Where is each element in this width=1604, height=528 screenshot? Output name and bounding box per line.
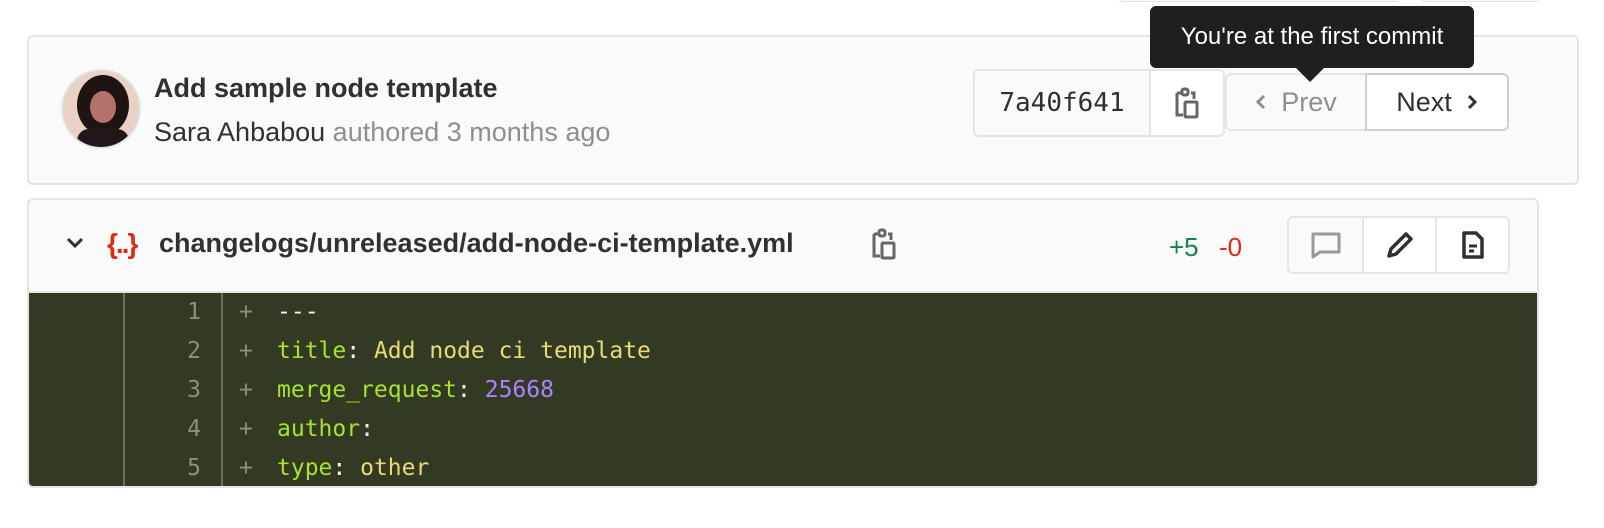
yaml-key: title xyxy=(277,338,347,364)
comment-icon xyxy=(1311,232,1340,259)
diff-file: {..} changelogs/unreleased/add-node-ci-t… xyxy=(27,198,1539,488)
comment-button[interactable] xyxy=(1289,218,1362,272)
commit-sha[interactable]: 7a40f641 xyxy=(975,71,1151,135)
code-line: --- xyxy=(277,293,319,332)
file-icon xyxy=(1461,231,1484,259)
next-commit-button[interactable]: Next xyxy=(1365,73,1509,131)
prev-commit-button[interactable]: Prev xyxy=(1225,73,1365,131)
copy-sha-button[interactable] xyxy=(1151,71,1223,135)
view-file-button[interactable] xyxy=(1435,218,1508,272)
new-line-number[interactable]: 3 xyxy=(125,371,223,410)
yaml-braces-icon: {..} xyxy=(107,228,138,259)
copy-path-icon[interactable] xyxy=(871,228,897,260)
file-actions xyxy=(1287,216,1510,274)
yaml-value: 25668 xyxy=(484,377,554,403)
new-line-number[interactable]: 1 xyxy=(125,293,223,332)
clipboard-icon xyxy=(1175,87,1199,119)
commit-title[interactable]: Add sample node template xyxy=(154,73,498,104)
chevron-right-icon xyxy=(1467,94,1477,110)
yaml-value: Add node ci template xyxy=(373,338,651,364)
old-line-number[interactable] xyxy=(29,332,125,371)
diff-line: 2 + title: Add node ci template xyxy=(29,332,1537,371)
additions-count: +5 xyxy=(1169,232,1199,262)
edit-button[interactable] xyxy=(1362,218,1435,272)
diff-file-header: {..} changelogs/unreleased/add-node-ci-t… xyxy=(29,200,1537,293)
commit-author[interactable]: Sara Ahbabou xyxy=(154,117,325,147)
new-line-number[interactable]: 5 xyxy=(125,449,223,486)
diff-content: 1 + --- 2 + title: Add node ci template 3 + merg… xyxy=(29,293,1537,486)
yaml-separator: : xyxy=(457,377,485,403)
yaml-key: type xyxy=(277,455,333,481)
diff-line: 4 + author: xyxy=(29,410,1537,449)
diff-line: 3 + merge_request: 25668 xyxy=(29,371,1537,410)
old-line-number[interactable] xyxy=(29,293,125,332)
tooltip: You're at the first commit xyxy=(1150,6,1474,82)
yaml-separator: : xyxy=(360,416,374,442)
partial-button-top[interactable] xyxy=(1118,0,1400,2)
code-line: merge_request: 25668 xyxy=(277,371,554,410)
prev-label: Prev xyxy=(1281,86,1337,117)
added-marker: + xyxy=(239,338,253,364)
commit-nav: Prev Next xyxy=(1225,73,1509,131)
yaml-separator: : xyxy=(346,338,374,364)
added-marker: + xyxy=(239,455,253,481)
yaml-separator: : xyxy=(332,455,361,481)
added-marker: + xyxy=(239,299,253,325)
chevron-down-icon[interactable] xyxy=(65,236,85,250)
chevron-left-icon xyxy=(1256,94,1266,110)
deletions-count: -0 xyxy=(1219,232,1243,262)
partial-button-top-2[interactable] xyxy=(1420,0,1540,2)
code-line: author: xyxy=(277,410,374,449)
code-line: title: Add node ci template xyxy=(277,332,651,371)
new-line-number[interactable]: 2 xyxy=(125,332,223,371)
next-label: Next xyxy=(1396,86,1452,117)
file-path[interactable]: changelogs/unreleased/add-node-ci-templa… xyxy=(159,228,794,259)
commit-meta: Sara Ahbabou authored 3 months ago xyxy=(154,117,610,148)
yaml-key: merge_request xyxy=(277,377,458,403)
yaml-value: other xyxy=(360,455,430,481)
new-line-number[interactable]: 4 xyxy=(125,410,223,449)
old-line-number[interactable] xyxy=(29,449,125,486)
diff-line: 1 + --- xyxy=(29,293,1537,332)
added-marker: + xyxy=(239,416,253,442)
added-marker: + xyxy=(239,377,253,403)
yaml-key: --- xyxy=(277,299,319,325)
commit-authored-time: authored 3 months ago xyxy=(332,117,611,147)
commit-sha-group: 7a40f641 xyxy=(973,69,1225,137)
code-line: type: other xyxy=(277,449,430,486)
old-line-number[interactable] xyxy=(29,371,125,410)
old-line-number[interactable] xyxy=(29,410,125,449)
avatar[interactable] xyxy=(61,69,141,149)
diff-line: 5 + type: other xyxy=(29,449,1537,486)
pencil-icon xyxy=(1386,232,1413,258)
yaml-key: author xyxy=(277,416,361,442)
